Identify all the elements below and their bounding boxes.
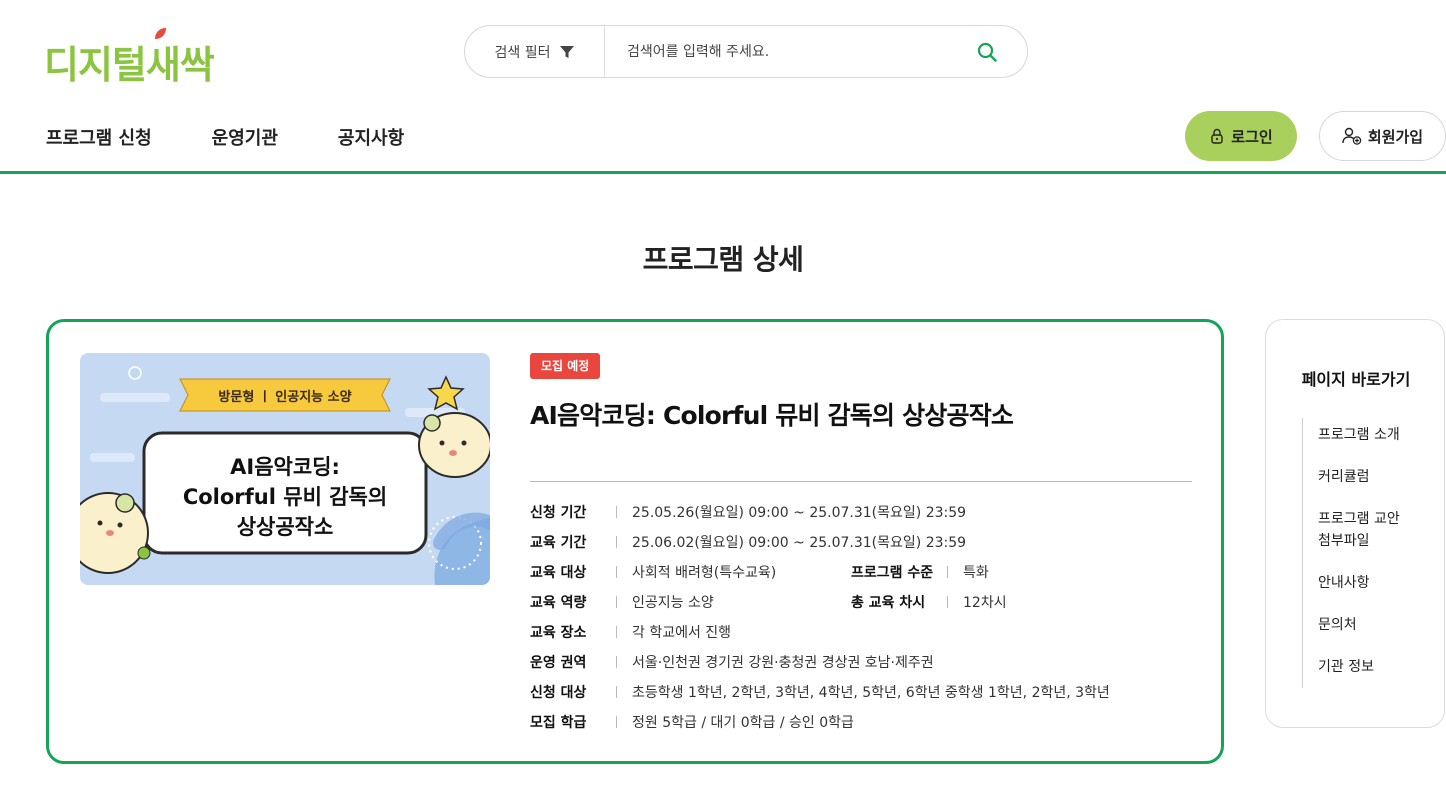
page-shortcuts-list: 프로그램 소개 커리큘럼 프로그램 교안 첨부파일 안내사항 문의처 기관 정보 <box>1302 418 1422 688</box>
info-label: 교육 대상 <box>530 565 587 581</box>
info-value: 정원 5학급 / 대기 0학급 / 승인 0학급 <box>632 715 854 731</box>
program-card: 방문형 ㅣ 인공지능 소양 AI음악코딩: Colorful 뮤비 감독의 상상… <box>46 319 1224 764</box>
info-value: 각 학교에서 진행 <box>632 625 732 641</box>
page-shortcuts-title: 페이지 바로가기 <box>1301 370 1411 389</box>
leaf-icon <box>155 28 166 39</box>
search-input[interactable] <box>605 43 947 60</box>
header-divider <box>0 171 1446 174</box>
info-divider <box>530 481 1192 482</box>
page-title: 프로그램 상세 <box>642 243 804 276</box>
logo-text: 디지털새싹 <box>44 43 215 87</box>
info-label: 교육 장소 <box>530 625 587 641</box>
status-badge: 모집 예정 <box>530 353 601 379</box>
main-nav: 프로그램 신청 운영기관 공지사항 <box>46 124 404 150</box>
info-label: 운영 권역 <box>530 655 587 671</box>
search-button[interactable] <box>947 26 1027 77</box>
lock-icon <box>1211 128 1223 144</box>
shortcut-curriculum[interactable]: 커리큘럼 <box>1303 466 1422 488</box>
info-value: 특화 <box>963 565 989 581</box>
info-row-eligible: 신청 대상 초등학생 1학년, 2학년, 3학년, 4학년, 5학년, 6학년 … <box>530 677 1210 707</box>
info-value: 사회적 배려형(특수교육) <box>632 565 777 581</box>
shortcut-program-intro[interactable]: 프로그램 소개 <box>1303 424 1422 446</box>
info-value: 서울·인천권 경기권 강원·충청권 경상권 호남·제주권 <box>632 655 934 671</box>
info-separator <box>947 596 948 608</box>
info-row-competency-sessions: 교육 역량 인공지능 소양 총 교육 차시 12차시 <box>530 587 1210 617</box>
info-label: 교육 역량 <box>530 595 587 611</box>
info-label: 모집 학급 <box>530 715 587 731</box>
info-separator <box>616 566 617 578</box>
search-bar: 검색 필터 <box>464 25 1028 78</box>
info-separator <box>616 626 617 638</box>
info-row-region: 운영 권역 서울·인천권 경기권 강원·충청권 경상권 호남·제주권 <box>530 647 1210 677</box>
shortcut-lesson-files[interactable]: 프로그램 교안 첨부파일 <box>1303 508 1408 552</box>
info-value: 12차시 <box>963 595 1007 611</box>
info-label: 신청 대상 <box>530 685 587 701</box>
signup-button[interactable]: 회원가입 <box>1319 111 1446 161</box>
shortcut-contact[interactable]: 문의처 <box>1303 614 1422 636</box>
nav-item-program-apply[interactable]: 프로그램 신청 <box>46 124 152 150</box>
thumbnail-illustration: 방문형 ㅣ 인공지능 소양 AI음악코딩: Colorful 뮤비 감독의 상상… <box>80 353 490 585</box>
thumbnail-line2: Colorful 뮤비 감독의 <box>183 485 387 509</box>
search-filter-button[interactable]: 검색 필터 <box>465 26 605 77</box>
thumbnail-line1: AI음악코딩: <box>230 455 340 479</box>
thumbnail-line3: 상상공작소 <box>237 515 334 539</box>
info-separator <box>616 656 617 668</box>
signup-label: 회원가입 <box>1367 127 1424 146</box>
add-user-icon <box>1342 127 1362 145</box>
login-button[interactable]: 로그인 <box>1185 111 1297 161</box>
info-separator <box>616 506 617 518</box>
info-row-apply-period: 신청 기간 25.05.26(월요일) 09:00 ~ 25.07.31(목요일… <box>530 497 1210 527</box>
info-row-place: 교육 장소 각 학교에서 진행 <box>530 617 1210 647</box>
info-separator <box>616 716 617 728</box>
thumbnail-tag: 방문형 ㅣ 인공지능 소양 <box>218 389 351 405</box>
info-separator <box>947 566 948 578</box>
info-value: 25.05.26(월요일) 09:00 ~ 25.07.31(목요일) 23:5… <box>632 505 967 521</box>
site-logo[interactable]: 디지털새싹 <box>44 26 234 87</box>
login-label: 로그인 <box>1231 127 1273 146</box>
info-value: 인공지능 소양 <box>632 595 714 611</box>
info-value: 초등학생 1학년, 2학년, 3학년, 4학년, 5학년, 6학년 중학생 1학… <box>632 685 1110 701</box>
info-row-edu-period: 교육 기간 25.06.02(월요일) 09:00 ~ 25.07.31(목요일… <box>530 527 1210 557</box>
info-separator <box>616 686 617 698</box>
info-separator <box>616 596 617 608</box>
info-value: 25.06.02(월요일) 09:00 ~ 25.07.31(목요일) 23:5… <box>632 535 967 551</box>
info-label: 프로그램 수준 <box>851 565 934 581</box>
info-label: 총 교육 차시 <box>851 595 926 611</box>
program-info: 신청 기간 25.05.26(월요일) 09:00 ~ 25.07.31(목요일… <box>530 497 1210 737</box>
info-row-classes: 모집 학급 정원 5학급 / 대기 0학급 / 승인 0학급 <box>530 707 1210 737</box>
page-shortcuts: 페이지 바로가기 프로그램 소개 커리큘럼 프로그램 교안 첨부파일 안내사항 … <box>1265 319 1445 728</box>
nav-item-notices[interactable]: 공지사항 <box>338 124 404 150</box>
info-label: 교육 기간 <box>530 535 587 551</box>
info-label: 신청 기간 <box>530 505 587 521</box>
shortcut-org-info[interactable]: 기관 정보 <box>1303 656 1422 678</box>
search-icon <box>977 42 997 62</box>
shortcut-notices[interactable]: 안내사항 <box>1303 572 1422 594</box>
search-filter-label: 검색 필터 <box>494 44 551 61</box>
info-row-target-level: 교육 대상 사회적 배려형(특수교육) 프로그램 수준 특화 <box>530 557 1210 587</box>
info-separator <box>616 536 617 548</box>
nav-item-operators[interactable]: 운영기관 <box>212 124 278 150</box>
program-thumbnail: 방문형 ㅣ 인공지능 소양 AI음악코딩: Colorful 뮤비 감독의 상상… <box>80 353 490 585</box>
filter-icon <box>560 45 575 58</box>
program-title: AI음악코딩: Colorful 뮤비 감독의 상상공작소 <box>530 401 1014 430</box>
